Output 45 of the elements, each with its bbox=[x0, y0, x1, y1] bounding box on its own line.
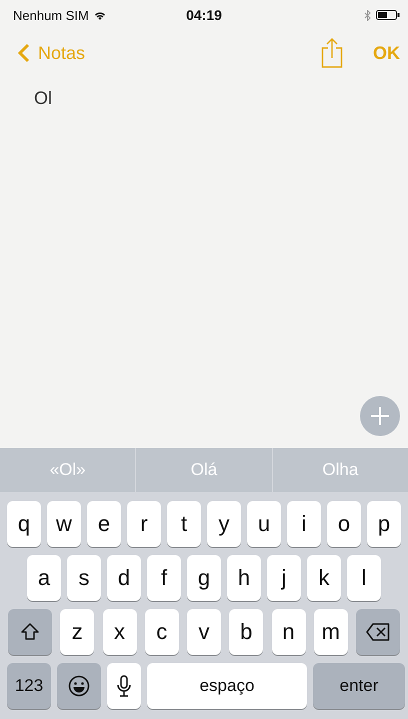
emoji-key[interactable] bbox=[57, 663, 101, 709]
letter-key[interactable]: x bbox=[102, 609, 136, 655]
letter-key[interactable]: q bbox=[7, 501, 41, 547]
delete-key[interactable] bbox=[356, 609, 400, 655]
note-text[interactable]: Ol bbox=[34, 88, 52, 109]
letter-key[interactable]: p bbox=[367, 501, 401, 547]
status-time: 04:19 bbox=[186, 7, 222, 23]
letter-key[interactable]: v bbox=[187, 609, 221, 655]
space-key[interactable]: espaço bbox=[147, 663, 307, 709]
bluetooth-icon bbox=[364, 10, 371, 20]
carrier-name: Nenhum SIM bbox=[13, 8, 89, 22]
letter-key[interactable]: r bbox=[127, 501, 161, 547]
shift-key[interactable] bbox=[8, 609, 52, 655]
letter-key[interactable]: m bbox=[314, 609, 348, 655]
battery-icon bbox=[376, 10, 400, 20]
letter-key[interactable]: i bbox=[287, 501, 321, 547]
shift-arrow-icon bbox=[20, 622, 40, 642]
plus-icon bbox=[370, 406, 390, 426]
letter-key[interactable]: t bbox=[167, 501, 201, 547]
letter-key[interactable]: c bbox=[144, 609, 179, 655]
letter-key[interactable]: k bbox=[307, 555, 341, 601]
letter-key[interactable]: d bbox=[107, 555, 141, 601]
wifi-icon bbox=[94, 10, 106, 20]
letter-key[interactable]: l bbox=[347, 555, 381, 601]
dictation-key[interactable] bbox=[107, 663, 141, 709]
letter-key[interactable]: e bbox=[87, 501, 121, 547]
letter-key[interactable]: w bbox=[47, 501, 81, 547]
letter-key[interactable]: o bbox=[327, 501, 361, 547]
microphone-icon bbox=[117, 675, 131, 697]
letter-key[interactable]: h bbox=[227, 555, 261, 601]
letter-key[interactable]: g bbox=[187, 555, 221, 601]
letter-key[interactable]: y bbox=[207, 501, 241, 547]
letter-key[interactable]: s bbox=[67, 555, 101, 601]
backspace-icon bbox=[366, 623, 390, 641]
letter-key[interactable]: n bbox=[272, 609, 306, 655]
chevron-left-icon bbox=[18, 43, 30, 63]
enter-key[interactable]: enter bbox=[313, 663, 405, 709]
numbers-key[interactable]: 123 bbox=[7, 663, 51, 709]
smiley-icon bbox=[68, 675, 90, 697]
letter-key[interactable]: z bbox=[60, 609, 94, 655]
letter-key[interactable]: j bbox=[267, 555, 301, 601]
letter-key[interactable]: f bbox=[147, 555, 181, 601]
letter-key[interactable]: a bbox=[27, 555, 61, 601]
letter-key[interactable]: u bbox=[247, 501, 281, 547]
letter-key[interactable]: b bbox=[229, 609, 264, 655]
